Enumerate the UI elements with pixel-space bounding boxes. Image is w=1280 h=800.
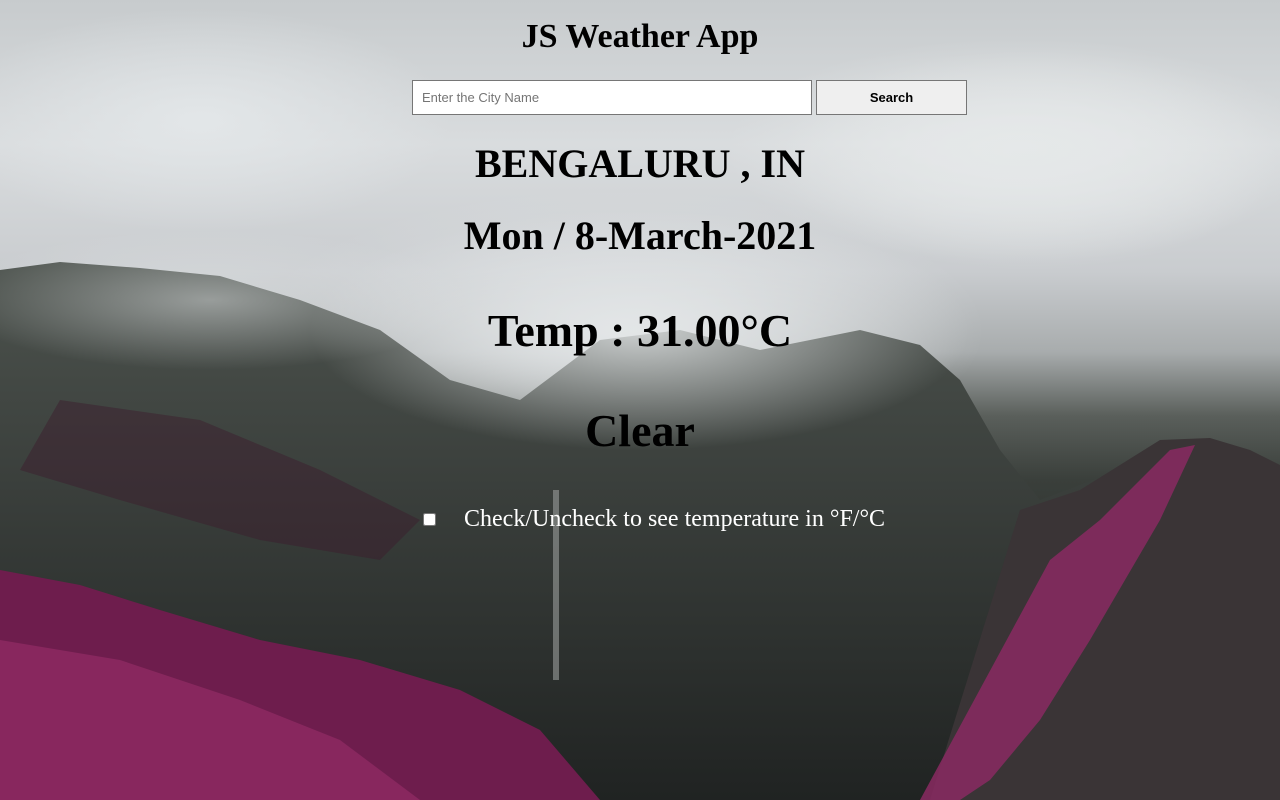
city-search-input[interactable]	[412, 80, 812, 115]
unit-toggle: Check/Uncheck to see temperature in °F/°…	[420, 506, 885, 533]
unit-toggle-checkbox[interactable]	[423, 513, 436, 526]
weather-condition-label: Clear	[585, 405, 695, 456]
temperature-label: Temp : 31.00°C	[487, 305, 793, 356]
weather-app: JS Weather App Search BENGALURU , IN Mon…	[0, 0, 1280, 800]
date-label: Mon / 8-March-2021	[463, 213, 817, 258]
location-label: BENGALURU , IN	[474, 141, 806, 186]
search-button[interactable]: Search	[816, 80, 967, 115]
app-title: JS Weather App	[521, 18, 759, 55]
search-bar: Search	[412, 80, 967, 115]
unit-toggle-label: Check/Uncheck to see temperature in °F/°…	[464, 506, 886, 532]
